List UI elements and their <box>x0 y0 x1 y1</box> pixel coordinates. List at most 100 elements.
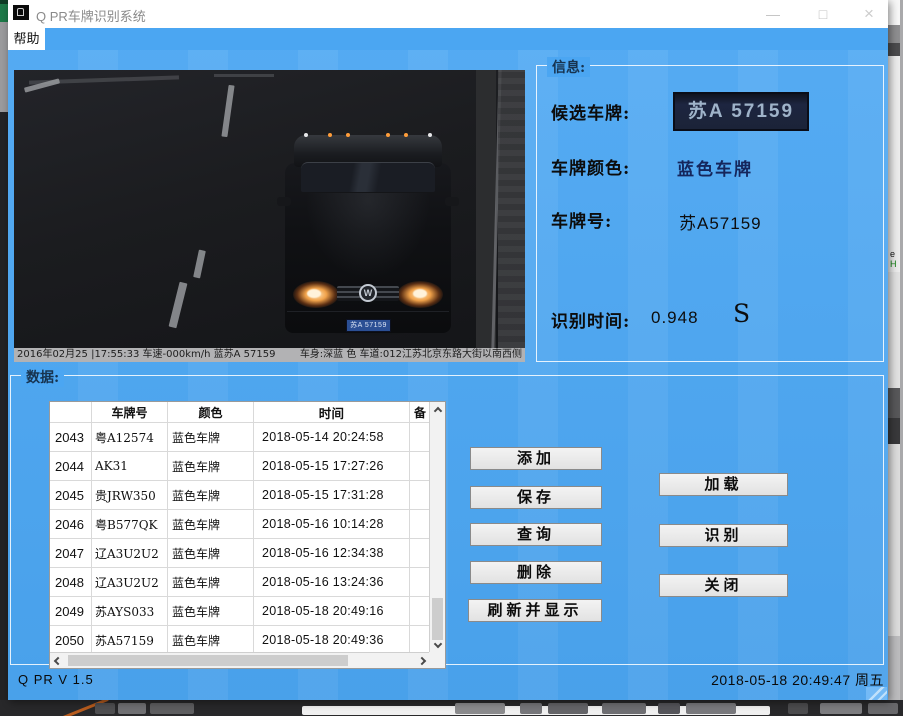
table-row[interactable]: 2047 辽A3U2U2 蓝色车牌 2018-05-16 12:34:38 <box>50 538 430 567</box>
minimize-button[interactable]: — <box>756 0 790 28</box>
table-row[interactable]: 2043 粤A12574 蓝色车牌 2018-05-14 20:24:58 <box>50 422 430 451</box>
refresh-display-button[interactable]: 刷新并显示 <box>468 599 602 622</box>
table-row[interactable]: 2046 粤B577QK 蓝色车牌 2018-05-16 10:14:28 <box>50 509 430 538</box>
table-row[interactable]: 2049 苏AYS033 蓝色车牌 2018-05-18 20:49:16 <box>50 596 430 625</box>
lane-dash <box>168 281 188 329</box>
scroll-left-icon[interactable] <box>53 656 63 666</box>
taskbar-item[interactable] <box>548 703 588 714</box>
recognize-button[interactable]: 识别 <box>659 524 788 547</box>
cell-time: 2018-05-15 17:31:28 <box>254 481 410 509</box>
cell-note <box>410 452 430 480</box>
edge-text: e <box>890 249 896 259</box>
cell-id: 2049 <box>50 597 92 625</box>
road-photo: W 苏A 57159 <box>14 70 525 348</box>
recognition-time-unit: S <box>733 299 751 328</box>
candidate-plate-label: 候选车牌: <box>551 104 631 124</box>
app-icon <box>13 5 29 20</box>
table-row[interactable]: 2045 贵JRW350 蓝色车牌 2018-05-15 17:31:28 <box>50 480 430 509</box>
taskbar-item[interactable] <box>686 703 736 714</box>
cell-time: 2018-05-16 13:24:36 <box>254 568 410 596</box>
recognition-time-label: 识别时间: <box>551 312 631 332</box>
taskbar-item[interactable] <box>95 703 115 714</box>
taskbar-item[interactable] <box>455 703 505 714</box>
datetime-label: 2018-05-18 20:49:47 周五 <box>711 672 884 688</box>
cell-plate: 贵JRW350 <box>92 481 168 509</box>
taskbar-item[interactable] <box>868 703 898 714</box>
cell-color: 蓝色车牌 <box>168 568 254 596</box>
cell-plate: 粤B577QK <box>92 510 168 538</box>
menu-item-help[interactable]: 帮助 <box>8 28 45 50</box>
taskbar-item[interactable] <box>602 703 646 714</box>
vertical-scrollbar[interactable] <box>429 402 445 653</box>
close-app-button[interactable]: 关闭 <box>659 574 788 597</box>
data-groupbox: 数据: 车牌号 颜色 时间 备 2043 粤A12574 蓝色车牌 2018-0… <box>10 367 884 669</box>
header-time: 时间 <box>254 402 410 422</box>
save-button[interactable]: 保存 <box>470 486 602 509</box>
load-button[interactable]: 加载 <box>659 473 788 496</box>
cell-color: 蓝色车牌 <box>168 510 254 538</box>
scroll-right-icon[interactable] <box>417 656 427 666</box>
lane-dash <box>193 249 206 279</box>
recognition-time-value: 0.948 <box>651 308 699 327</box>
table-row[interactable]: 2050 苏A57159 蓝色车牌 2018-05-18 20:49:36 <box>50 625 430 653</box>
title-bar[interactable]: Q PR车牌识别系统 — □ × <box>8 0 888 28</box>
background-window-fragment <box>0 0 8 22</box>
close-button[interactable]: × <box>852 0 886 28</box>
scroll-up-icon[interactable] <box>433 406 443 416</box>
cell-color: 蓝色车牌 <box>168 539 254 567</box>
app-window: Q PR车牌识别系统 — □ × 帮助 W 苏A 57159 2016年02月2… <box>8 0 888 700</box>
taskbar-item[interactable] <box>658 703 680 714</box>
camera-image: W 苏A 57159 2016年02月25 |17:55:33 车速-000km… <box>14 70 525 362</box>
cell-id: 2044 <box>50 452 92 480</box>
header-note: 备 <box>413 405 426 420</box>
info-groupbox: 信息: 候选车牌: 苏A 57159 车牌颜色: 蓝色车牌 车牌号: 苏A571… <box>536 57 884 362</box>
cell-time: 2018-05-16 10:14:28 <box>254 510 410 538</box>
horizontal-scroll-thumb[interactable] <box>68 655 348 666</box>
cell-color: 蓝色车牌 <box>168 597 254 625</box>
cell-time: 2018-05-16 12:34:38 <box>254 539 410 567</box>
cell-id: 2046 <box>50 510 92 538</box>
add-button[interactable]: 添加 <box>470 447 602 470</box>
taskbar-item[interactable] <box>150 703 194 714</box>
plate-number-label: 车牌号: <box>551 212 613 232</box>
cell-id: 2050 <box>50 626 92 653</box>
cell-time: 2018-05-18 20:49:36 <box>254 626 410 653</box>
vehicle-license-plate: 苏A 57159 <box>346 319 391 332</box>
table-row[interactable]: 2048 辽A3U2U2 蓝色车牌 2018-05-16 13:24:36 <box>50 567 430 596</box>
plate-color-value: 蓝色车牌 <box>677 160 753 180</box>
vehicle: W 苏A 57159 <box>277 133 459 337</box>
query-button[interactable]: 查询 <box>470 523 602 546</box>
vertical-scroll-thumb[interactable] <box>432 598 443 640</box>
maximize-button[interactable]: □ <box>806 0 840 28</box>
table-row[interactable]: 2044 AK31 蓝色车牌 2018-05-15 17:27:26 <box>50 451 430 480</box>
overlay-timestamp: 2016年02月25 |17:55:33 车速-000km/h 蓝苏A 5715… <box>17 349 276 360</box>
overlay-location: 车身:深蓝 色 车道:012江苏北京东路大街以南西侧 <box>299 349 522 360</box>
taskbar-item[interactable] <box>118 703 146 714</box>
header-color: 颜色 <box>168 402 254 422</box>
cell-color: 蓝色车牌 <box>168 626 254 653</box>
plate-number-value: 苏A57159 <box>679 214 762 233</box>
data-groupbox-title: 数据: <box>21 367 65 387</box>
background-window-fragment <box>0 22 8 112</box>
taskbar-item[interactable] <box>820 703 862 714</box>
taskbar-item[interactable] <box>520 703 542 714</box>
cell-time: 2018-05-15 17:27:26 <box>254 452 410 480</box>
cell-note <box>410 539 430 567</box>
cell-plate: 辽A3U2U2 <box>92 568 168 596</box>
cell-id: 2048 <box>50 568 92 596</box>
delete-button[interactable]: 删除 <box>470 561 602 584</box>
cell-color: 蓝色车牌 <box>168 423 254 451</box>
cell-note <box>410 568 430 596</box>
photo-overlay-bar: 2016年02月25 |17:55:33 车速-000km/h 蓝苏A 5715… <box>14 348 525 362</box>
resize-grip[interactable] <box>866 687 887 700</box>
taskbar-item[interactable] <box>788 703 808 714</box>
horizontal-scrollbar[interactable] <box>50 652 430 668</box>
cell-note <box>410 510 430 538</box>
client-area: W 苏A 57159 2016年02月25 |17:55:33 车速-000km… <box>8 50 888 700</box>
vw-logo-icon: W <box>359 284 377 302</box>
cell-id: 2047 <box>50 539 92 567</box>
scroll-down-icon[interactable] <box>433 639 443 649</box>
cell-time: 2018-05-18 20:49:16 <box>254 597 410 625</box>
cell-id: 2043 <box>50 423 92 451</box>
records-table: 车牌号 颜色 时间 备 2043 粤A12574 蓝色车牌 2018-05-14… <box>49 401 446 669</box>
